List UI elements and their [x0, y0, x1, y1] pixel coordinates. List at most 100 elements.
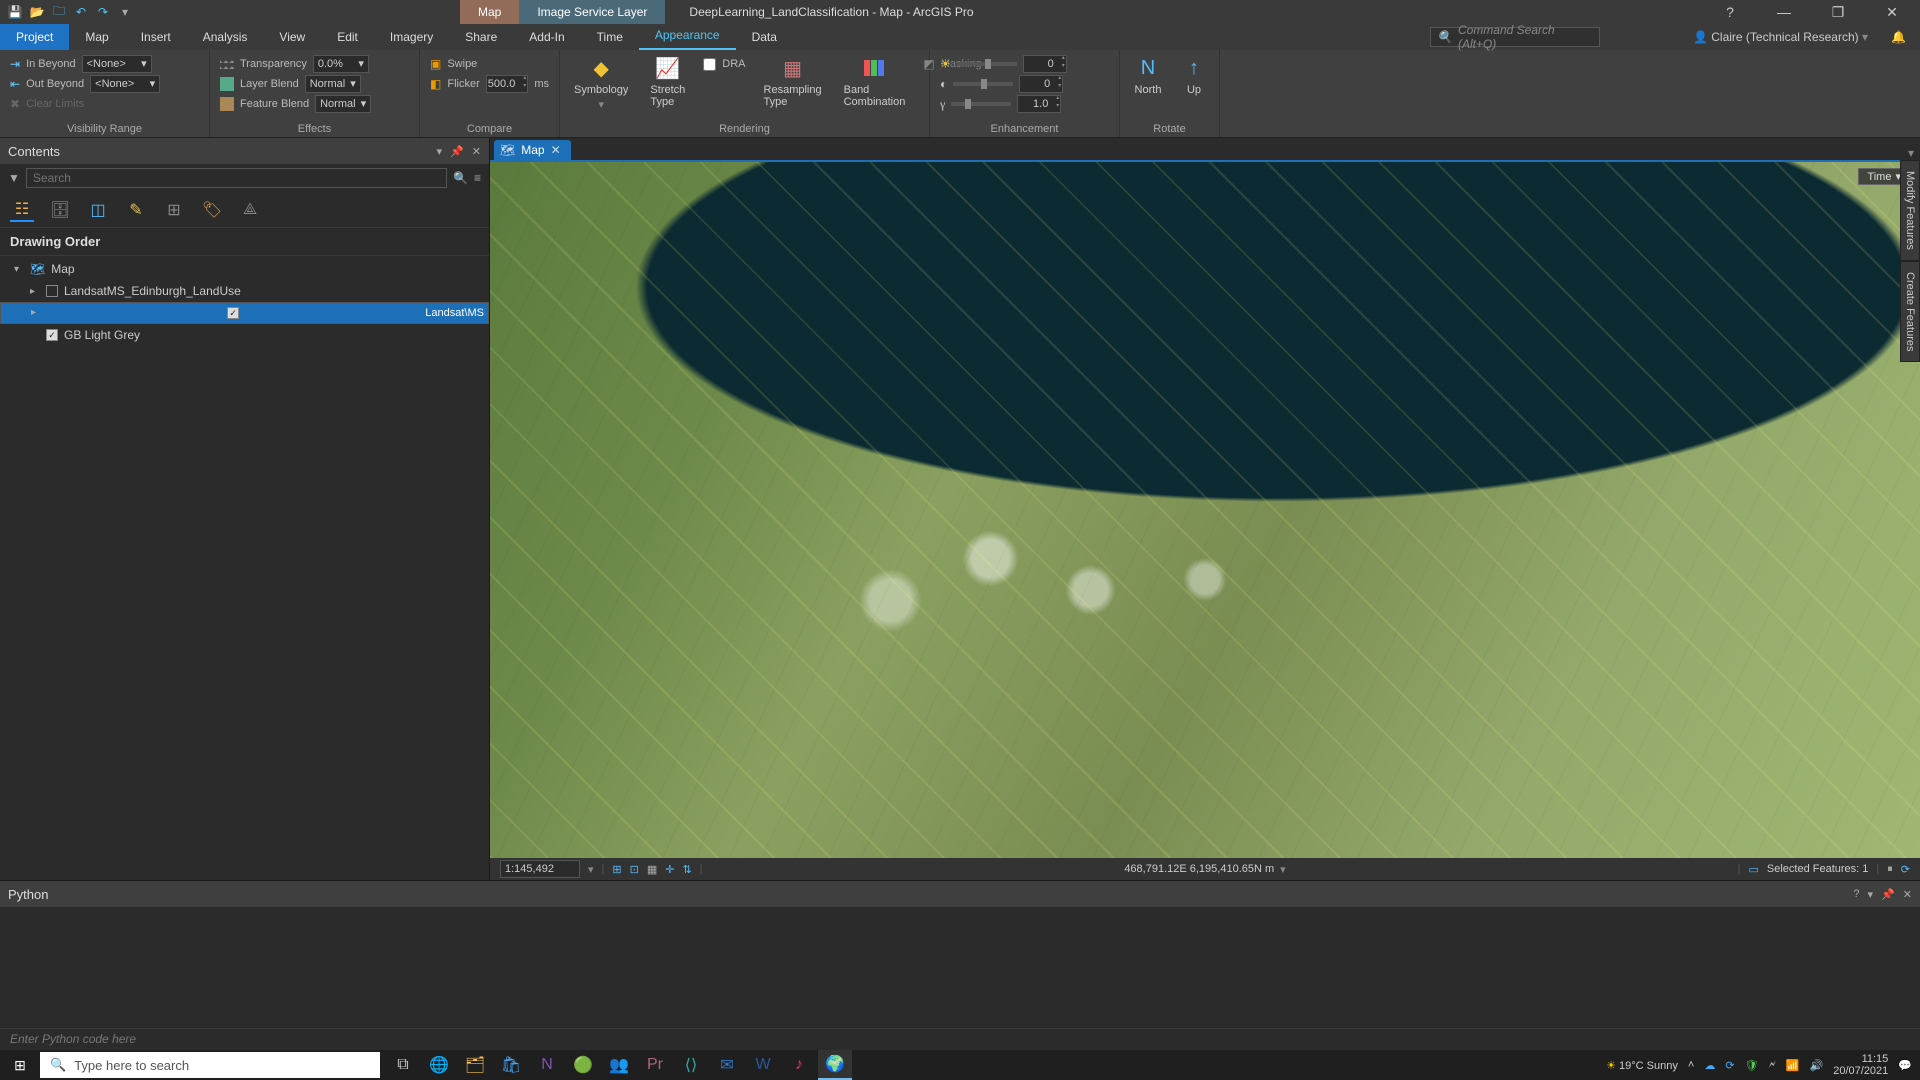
- pane-autohide-icon[interactable]: 📌: [1881, 888, 1895, 901]
- tab-data[interactable]: Data: [736, 24, 793, 50]
- tab-view[interactable]: View: [263, 24, 321, 50]
- selected-features-label[interactable]: Selected Features: 1: [1767, 863, 1869, 875]
- filter-icon[interactable]: ▼: [8, 171, 20, 185]
- app-edge[interactable]: 🌐: [422, 1050, 456, 1080]
- taskbar-search[interactable]: 🔍 Type here to search: [40, 1052, 380, 1078]
- task-view-button[interactable]: ⧉: [386, 1050, 420, 1080]
- app-explorer[interactable]: 🗂: [458, 1050, 492, 1080]
- open-icon[interactable]: 📂: [28, 3, 46, 21]
- rotate-up-button[interactable]: ↑Up: [1176, 54, 1212, 96]
- pane-autohide-icon[interactable]: 📌: [450, 145, 464, 158]
- resampling-type-button[interactable]: ▦Resampling Type: [760, 54, 826, 108]
- list-by-selection-button[interactable]: ◫: [86, 198, 110, 222]
- pane-dropdown-icon[interactable]: ▾: [1868, 888, 1874, 901]
- contrast-slider[interactable]: [953, 82, 1013, 86]
- tree-map-node[interactable]: ▾ 🗺 Map: [0, 258, 489, 280]
- app-teams[interactable]: 👥: [602, 1050, 636, 1080]
- view-menu-icon[interactable]: ▾: [1908, 146, 1920, 160]
- user-account[interactable]: 👤 Claire (Technical Research) ▾: [1693, 24, 1868, 50]
- tab-add-in[interactable]: Add-In: [513, 24, 580, 50]
- help-button[interactable]: ?: [1712, 0, 1748, 24]
- tree-layer-basemap[interactable]: ✓ GB Light Grey: [0, 324, 489, 346]
- app-word[interactable]: W: [746, 1050, 780, 1080]
- search-menu-icon[interactable]: ≡: [474, 171, 481, 185]
- python-input[interactable]: Enter Python code here: [0, 1028, 1920, 1050]
- command-search[interactable]: 🔍 Command Search (Alt+Q): [1430, 27, 1600, 47]
- status-tool-1[interactable]: ⊞: [612, 863, 621, 876]
- tray-sync-icon[interactable]: ⟳: [1725, 1059, 1734, 1072]
- out-beyond-select[interactable]: <None>▾: [90, 75, 160, 93]
- tree-layer-landuse[interactable]: ▸ LandsatMS_Edinburgh_LandUse: [0, 280, 489, 302]
- app-vscode[interactable]: ⟨⟩: [674, 1050, 708, 1080]
- app-chrome[interactable]: 🟢: [566, 1050, 600, 1080]
- layer-visibility-checkbox[interactable]: [46, 285, 58, 297]
- tray-onedrive-icon[interactable]: ☁: [1704, 1059, 1715, 1072]
- app-onenote[interactable]: N: [530, 1050, 564, 1080]
- maximize-button[interactable]: ❐: [1820, 0, 1856, 24]
- map-view-tab[interactable]: 🗺 Map ✕: [494, 140, 571, 160]
- brightness-slider[interactable]: [957, 62, 1017, 66]
- gamma-slider[interactable]: [951, 102, 1011, 106]
- pause-drawing-icon[interactable]: ⏸: [1887, 863, 1893, 876]
- flicker-button[interactable]: Flicker: [447, 78, 479, 90]
- app-outlook[interactable]: ✉: [710, 1050, 744, 1080]
- tray-wifi-icon[interactable]: 📶: [1786, 1059, 1800, 1072]
- band-combination-button[interactable]: Band Combination: [840, 54, 910, 108]
- stretch-type-button[interactable]: 📈Stretch Type: [646, 54, 689, 108]
- app-itunes[interactable]: ♪: [782, 1050, 816, 1080]
- tab-map[interactable]: Map: [69, 24, 124, 50]
- collapse-icon[interactable]: ▾: [14, 264, 24, 275]
- tab-appearance[interactable]: Appearance: [639, 22, 736, 50]
- tray-battery-icon[interactable]: 🗲: [1769, 1059, 1776, 1072]
- close-button[interactable]: ✕: [1874, 0, 1910, 24]
- list-by-labeling-button[interactable]: 🏷: [200, 198, 224, 222]
- scale-input[interactable]: 1:145,492: [500, 860, 580, 878]
- app-store[interactable]: 🛍: [494, 1050, 528, 1080]
- status-tool-2[interactable]: ⊡: [630, 863, 639, 876]
- status-tool-4[interactable]: ✛: [665, 863, 674, 876]
- pane-dropdown-icon[interactable]: ▾: [437, 145, 443, 158]
- contents-search-input[interactable]: [26, 168, 447, 188]
- tab-project[interactable]: Project: [0, 24, 69, 50]
- layer-blend-select[interactable]: Normal▾: [305, 75, 361, 93]
- action-center-icon[interactable]: 💬: [1898, 1059, 1912, 1072]
- tab-insert[interactable]: Insert: [125, 24, 187, 50]
- brightness-value[interactable]: 0: [1023, 55, 1067, 73]
- tab-share[interactable]: Share: [449, 24, 513, 50]
- scale-dropdown-icon[interactable]: ▾: [588, 863, 594, 876]
- notifications-button[interactable]: 🔔: [1891, 24, 1906, 50]
- layer-visibility-checkbox[interactable]: ✓: [227, 307, 239, 319]
- coords-dropdown-icon[interactable]: ▾: [1280, 863, 1286, 876]
- pane-close-icon[interactable]: ✕: [472, 145, 481, 158]
- list-by-drawing-order-button[interactable]: ☷: [10, 198, 34, 222]
- contrast-value[interactable]: 0: [1019, 75, 1063, 93]
- symbology-button[interactable]: ◆Symbology▾: [570, 54, 632, 111]
- app-premiere[interactable]: Pr: [638, 1050, 672, 1080]
- folder-icon[interactable]: 🗀: [50, 3, 68, 21]
- tab-imagery[interactable]: Imagery: [374, 24, 449, 50]
- list-by-editing-button[interactable]: ✎: [124, 198, 148, 222]
- start-button[interactable]: ⊞: [0, 1057, 40, 1074]
- save-icon[interactable]: 💾: [6, 3, 24, 21]
- layer-visibility-checkbox[interactable]: ✓: [46, 329, 58, 341]
- status-tool-5[interactable]: ⇅: [682, 863, 691, 876]
- swipe-button[interactable]: Swipe: [447, 58, 477, 70]
- tab-edit[interactable]: Edit: [321, 24, 374, 50]
- in-beyond-select[interactable]: <None>▾: [82, 55, 152, 73]
- transparency-select[interactable]: 0.0%▾: [313, 55, 369, 73]
- list-by-snapping-button[interactable]: ⊞: [162, 198, 186, 222]
- redo-icon[interactable]: ↷: [94, 3, 112, 21]
- expand-icon[interactable]: ▸: [30, 286, 40, 297]
- modify-features-tab[interactable]: Modify Features: [1900, 160, 1920, 261]
- customize-qat-icon[interactable]: ▾: [116, 3, 134, 21]
- create-features-tab[interactable]: Create Features: [1900, 261, 1920, 362]
- rotate-north-button[interactable]: NNorth: [1130, 54, 1166, 96]
- minimize-button[interactable]: —: [1766, 0, 1802, 24]
- tab-time[interactable]: Time: [581, 24, 639, 50]
- list-by-perspective-button[interactable]: ⟁: [238, 198, 262, 222]
- close-tab-icon[interactable]: ✕: [551, 140, 561, 160]
- gamma-value[interactable]: 1.0: [1017, 95, 1061, 113]
- list-by-source-button[interactable]: 🗄: [48, 198, 72, 222]
- tray-clock[interactable]: 11:15 20/07/2021: [1833, 1053, 1888, 1077]
- status-tool-3[interactable]: ▦: [647, 863, 657, 876]
